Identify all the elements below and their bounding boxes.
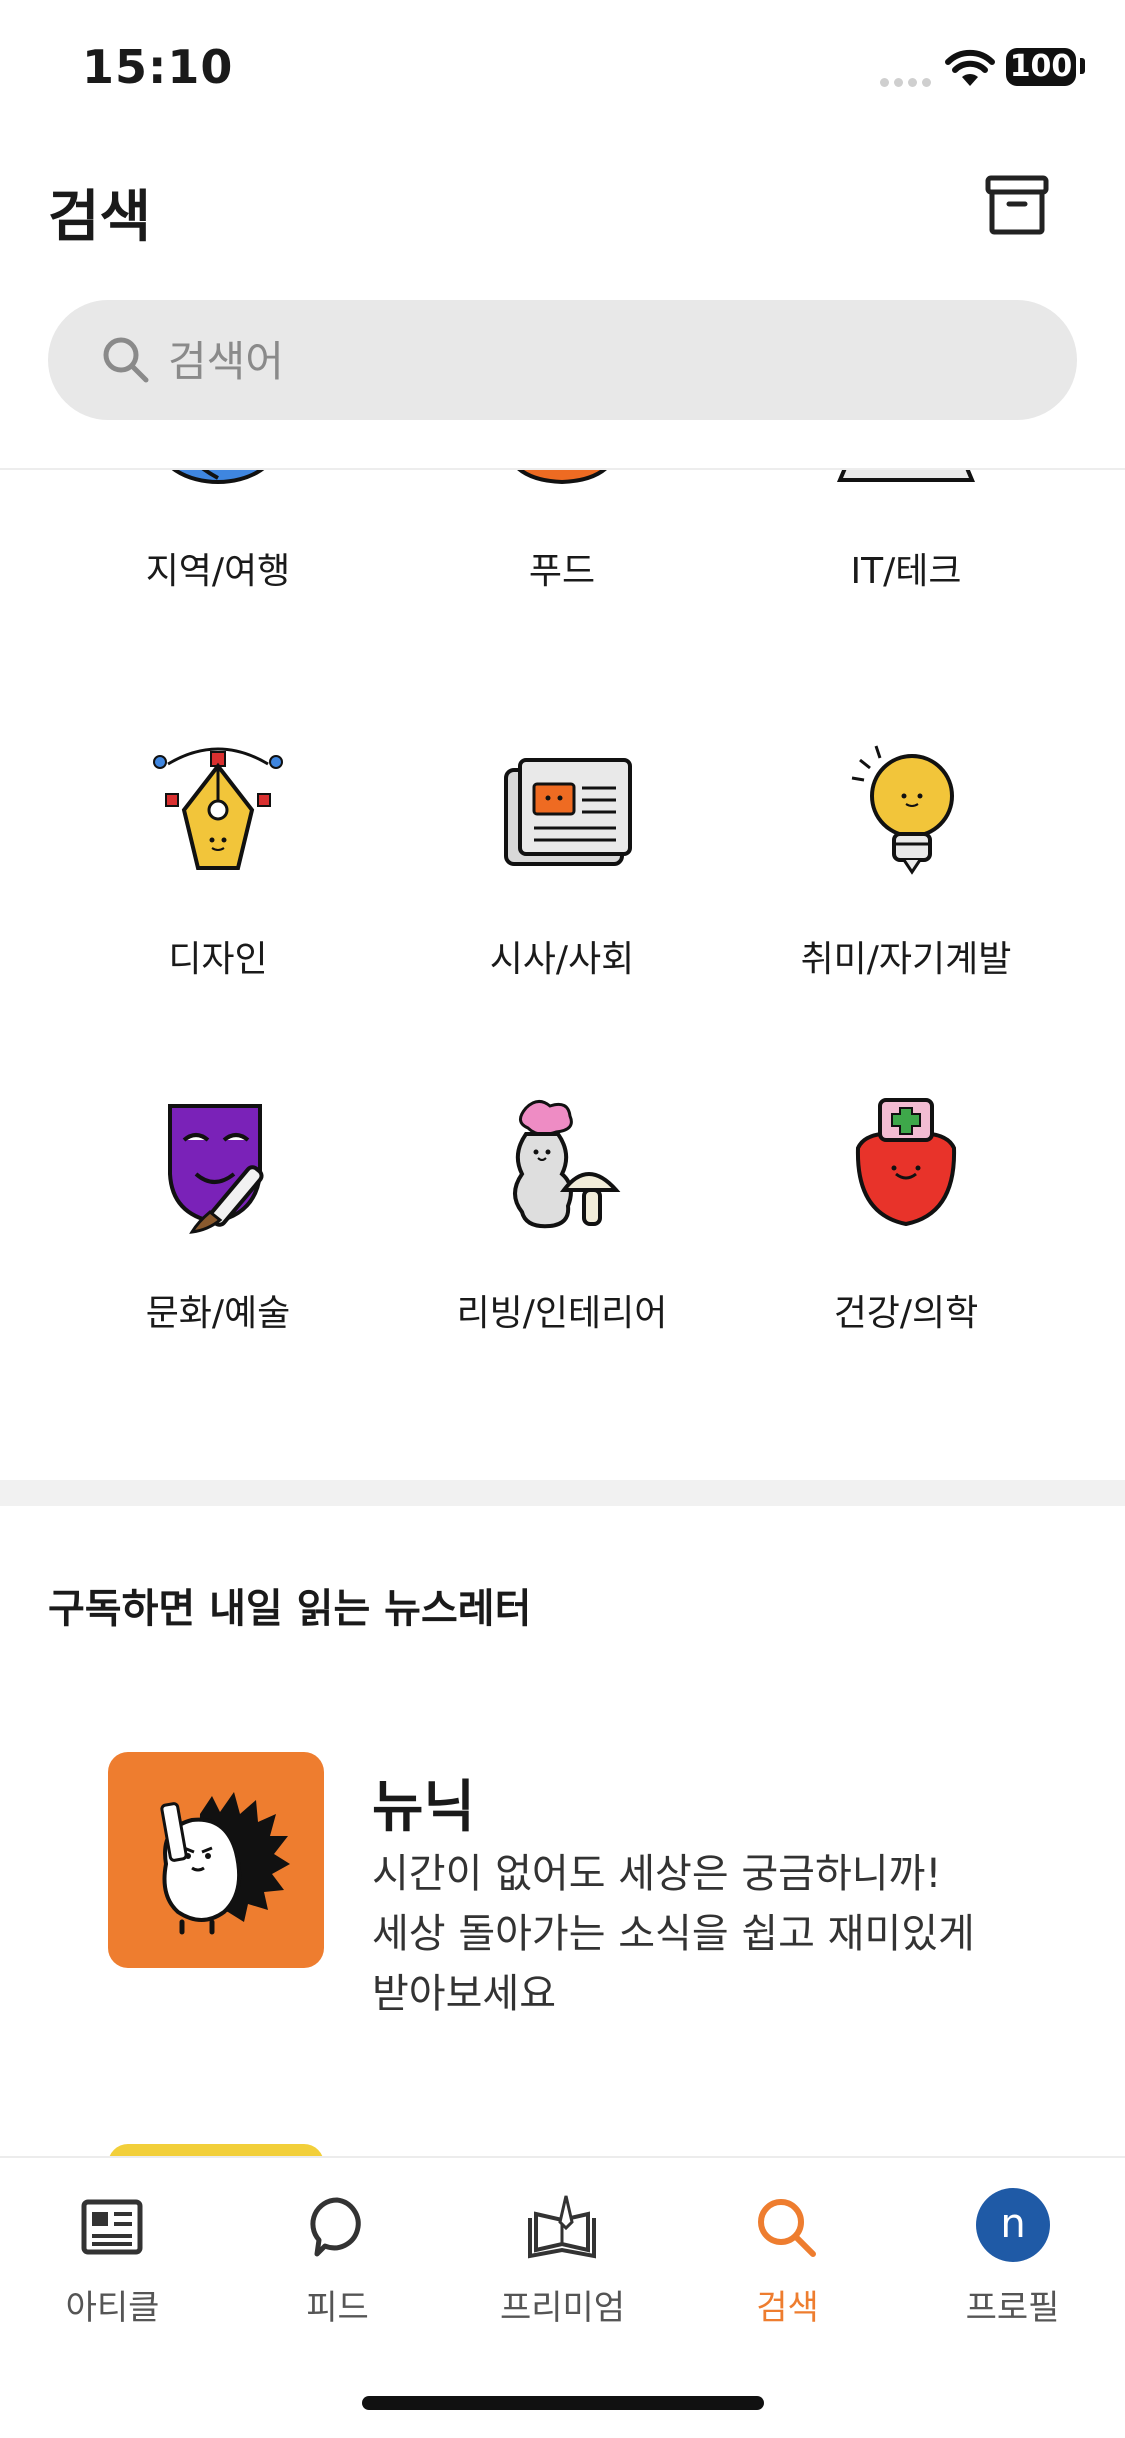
- tab-label: 프로필: [965, 2288, 1060, 2328]
- search-input[interactable]: [166, 330, 1030, 392]
- search-icon: [103, 337, 149, 383]
- newsletter-card[interactable]: 뉴닉 시간이 없어도 세상은 궁금하니까! 세상 돌아가는 소식을 쉽고 재미있…: [108, 1752, 1068, 2052]
- newsletter-description-line: 받아보세요: [372, 1971, 556, 2017]
- section-divider: [0, 1480, 1125, 1506]
- food-icon: [517, 470, 607, 485]
- category-item-news[interactable]: 시사/사회: [392, 740, 732, 1080]
- section-title: 구독하면 내일 읽는 뉴스레터: [48, 1586, 532, 1632]
- newsletter-description-line: 시간이 없어도 세상은 궁금하니까!: [372, 1851, 942, 1897]
- category-item-culture[interactable]: 문화/예술: [48, 1094, 388, 1434]
- hedgehog-icon: [160, 1792, 290, 1935]
- avatar: n: [976, 2188, 1050, 2262]
- tab-label: 피드: [306, 2288, 369, 2328]
- category-label: 시사/사회: [489, 939, 635, 980]
- category-label: 건강/의학: [833, 1293, 979, 1334]
- status-time: 15:10: [82, 40, 234, 94]
- category-item-travel[interactable]: 지역/여행: [48, 470, 388, 692]
- search-bar[interactable]: [48, 300, 1077, 420]
- lightbulb-icon: [851, 745, 954, 875]
- newsletter-thumbnail: [108, 1752, 324, 1968]
- tab-feed[interactable]: 피드: [225, 2158, 450, 2358]
- category-label: IT/테크: [850, 551, 962, 592]
- category-label: 리빙/인테리어: [456, 1293, 668, 1334]
- pen-tool-icon: [153, 747, 283, 870]
- mask-icon: [168, 1104, 264, 1234]
- feed-bubble-icon: [310, 2197, 361, 2257]
- newsletter-description-line: 세상 돌아가는 소식을 쉽고 재미있게: [372, 1911, 975, 1957]
- category-item-design[interactable]: 디자인: [48, 740, 388, 1080]
- wifi-icon: [945, 49, 995, 86]
- category-item-food[interactable]: 푸드: [392, 470, 732, 692]
- tab-search[interactable]: 검색: [675, 2158, 900, 2358]
- category-label: 취미/자기계발: [800, 939, 1012, 980]
- archive-icon[interactable]: [982, 170, 1052, 240]
- newsletter-description: 시간이 없어도 세상은 궁금하니까! 세상 돌아가는 소식을 쉽고 재미있게 받…: [372, 1844, 1032, 2024]
- newspaper-icon: [504, 758, 632, 866]
- premium-book-icon: [528, 2195, 596, 2259]
- article-icon: [81, 2199, 143, 2255]
- category-label: 문화/예술: [145, 1293, 291, 1334]
- category-label: 디자인: [168, 939, 268, 980]
- category-label: 푸드: [528, 551, 596, 592]
- tab-label: 프리미엄: [499, 2288, 626, 2328]
- search-icon: [758, 2199, 816, 2257]
- tab-label: 아티클: [65, 2288, 160, 2328]
- category-label: 지역/여행: [145, 551, 291, 592]
- home-indicator: [362, 2396, 764, 2410]
- tab-label: 검색: [756, 2288, 819, 2328]
- newsletter-name: 뉴닉: [372, 1775, 476, 1840]
- category-item-it[interactable]: IT/테크: [736, 470, 1076, 692]
- status-bar: 15:10 100: [0, 0, 1125, 140]
- signal-dots-icon: [880, 72, 936, 91]
- category-item-living[interactable]: 리빙/인테리어: [392, 1094, 732, 1434]
- tab-article[interactable]: 아티클: [0, 2158, 225, 2358]
- category-item-hobby[interactable]: 취미/자기계발: [736, 740, 1076, 1080]
- page-title: 검색: [48, 185, 152, 250]
- category-item-health[interactable]: 건강/의학: [736, 1094, 1076, 1434]
- tab-profile[interactable]: n 프로필: [900, 2158, 1125, 2358]
- tab-premium[interactable]: 프리미엄: [450, 2158, 675, 2358]
- globe-icon: [171, 470, 265, 484]
- apple-medical-icon: [855, 1098, 957, 1227]
- battery-tip: [1080, 58, 1085, 74]
- keyboard-icon: [836, 470, 976, 482]
- category-grid: 지역/여행 푸드 IT/테크 디자인 시사/사회 취미/자기계발 문화/예술 리…: [0, 470, 1125, 1480]
- battery-level: 100: [1006, 48, 1076, 86]
- plant-icon: [513, 1100, 621, 1229]
